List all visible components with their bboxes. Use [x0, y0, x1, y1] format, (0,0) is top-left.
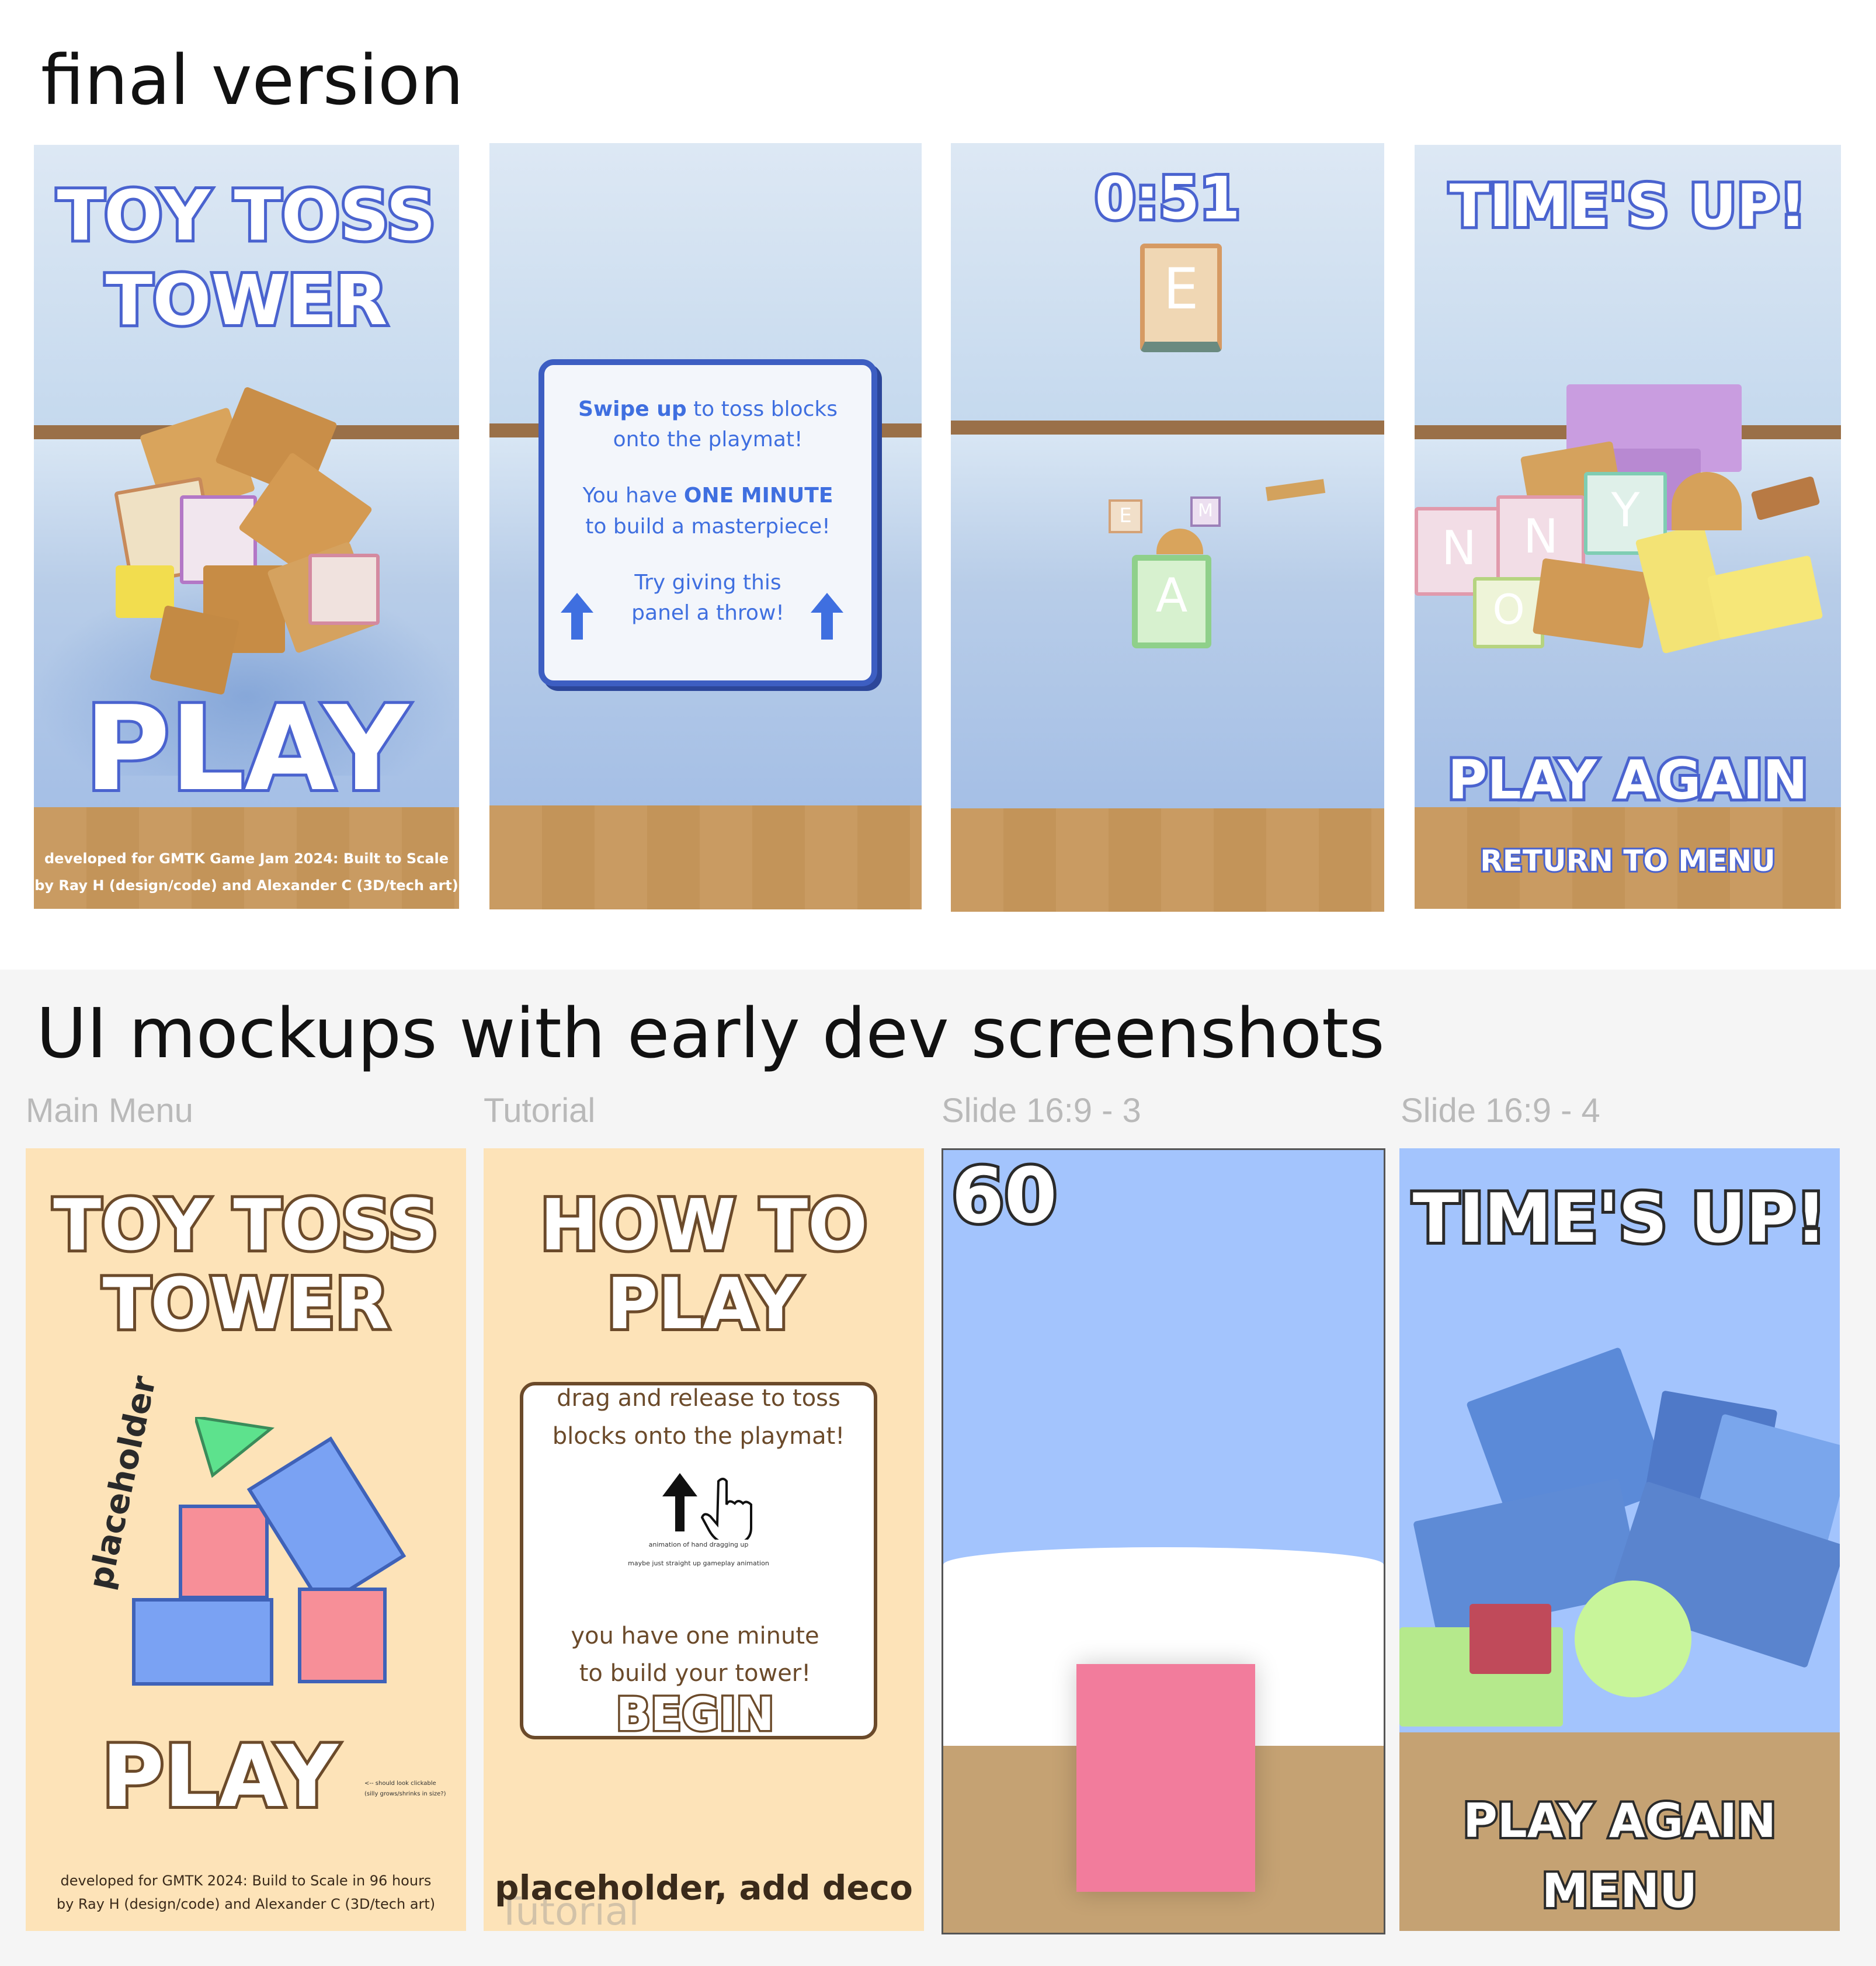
placeholder-red-block-right: [298, 1588, 387, 1683]
arrow-up-right-icon: [811, 593, 843, 640]
tutorial-line-4: to build a masterpiece!: [585, 514, 831, 539]
instr-line-2: blocks onto the playmat!: [552, 1423, 845, 1450]
mock-credit-1: developed for GMTK 2024: Build to Scale …: [60, 1873, 432, 1889]
frame-label-tutorial[interactable]: Tutorial: [484, 1091, 595, 1130]
swipe-up-bold: Swipe up: [578, 397, 687, 421]
frame-label-slide-3[interactable]: Slide 16:9 - 3: [942, 1091, 1141, 1130]
small-block-m: M: [1190, 496, 1221, 527]
mockup-tutorial: HOW TO PLAY drag and release to toss blo…: [484, 1148, 924, 1931]
pink-cube[interactable]: [1076, 1664, 1255, 1892]
how-to-title-line1: HOW TO: [537, 1185, 870, 1266]
minute-line-1: you have one minute: [571, 1623, 819, 1649]
swipe-up-rest: to toss blocks: [686, 397, 838, 421]
final-title-screen: TOY TOSS TOWER PLAY developed for GMTK G…: [34, 145, 459, 909]
how-to-title-line2: PLAY: [604, 1264, 804, 1345]
begin-button[interactable]: BEGIN: [520, 1689, 870, 1741]
arrow-up-icon: [662, 1473, 697, 1531]
game-title-line1: TOY TOSS: [54, 175, 439, 256]
tutorial-line-2: onto the playmat!: [613, 428, 803, 452]
play-note-2: (silly grows/shrinks in size?): [364, 1791, 446, 1797]
mock-times-up-title: TIME'S UP!: [1410, 1179, 1830, 1258]
placeholder-blue-block: [132, 1598, 273, 1686]
timer-display: 0:51: [1092, 164, 1243, 232]
placeholder-footer: placeholder, add deco: [495, 1868, 913, 1908]
small-block-e: E: [1109, 499, 1142, 533]
mockup-gameplay: 60: [942, 1148, 1385, 1934]
mock-credit-2: by Ray H (design/code) and Alexander C (…: [56, 1896, 436, 1912]
game-title-line2: TOWER: [103, 260, 390, 341]
placeholder-red-block-top: [179, 1505, 269, 1599]
frame-label-slide-4[interactable]: Slide 16:9 - 4: [1401, 1091, 1600, 1130]
triangle-shape-icon: [195, 1417, 275, 1478]
anim-note-1: animation of hand dragging up: [648, 1541, 749, 1548]
return-to-menu-button[interactable]: RETURN TO MENU: [1415, 844, 1841, 878]
mock-play-button[interactable]: PLAY: [99, 1729, 341, 1825]
frame-label-main-menu[interactable]: Main Menu: [26, 1091, 193, 1130]
final-version-heading: final version: [41, 40, 464, 120]
mock-title-line1: TOY TOSS: [50, 1185, 442, 1266]
final-times-up-screen: TIME'S UP! N N Y O PLAY AGAIN RETURN TO …: [1415, 145, 1841, 909]
mock-timer: 60: [949, 1151, 1060, 1240]
one-minute-bold: ONE MINUTE: [683, 484, 833, 508]
mockups-heading: UI mockups with early dev screenshots: [36, 993, 1385, 1074]
times-up-title: TIME'S UP!: [1447, 172, 1809, 240]
block-a: A: [1132, 555, 1211, 648]
placeholder-label: placeholder: [81, 1373, 164, 1593]
mock-menu-button[interactable]: MENU: [1399, 1864, 1840, 1918]
mock-play-again-button[interactable]: PLAY AGAIN: [1399, 1794, 1840, 1848]
mockup-times-up: TIME'S UP! PLAY AGAIN MENU: [1399, 1148, 1840, 1931]
instr-line-1: drag and release to toss: [557, 1385, 840, 1412]
play-note-1: <-- should look clickable: [364, 1780, 436, 1787]
mockup-main-menu: TOY TOSS TOWER placeholder PLAY <-- shou…: [26, 1148, 466, 1931]
arrow-up-left-icon: [561, 593, 593, 640]
play-again-button[interactable]: PLAY AGAIN: [1415, 749, 1841, 811]
you-have-text: You have: [582, 484, 684, 508]
hand-cursor-icon: [701, 1478, 752, 1540]
credit-line-1: developed for GMTK Game Jam 2024: Built …: [44, 850, 449, 867]
play-button[interactable]: PLAY: [34, 685, 459, 814]
block-letter-o: O: [1473, 577, 1544, 648]
minute-line-2: to build your tower!: [579, 1660, 811, 1687]
held-block-e[interactable]: E: [1140, 244, 1222, 352]
final-tutorial-screen: Swipe up to toss blocks onto the playmat…: [489, 143, 922, 909]
anim-note-2: maybe just straight up gameplay animatio…: [628, 1559, 769, 1567]
credit-line-2: by Ray H (design/code) and Alexander C (…: [34, 877, 458, 894]
mock-title-line2: TOWER: [100, 1264, 392, 1345]
final-gameplay-screen: 0:51 E E M A: [951, 143, 1384, 912]
